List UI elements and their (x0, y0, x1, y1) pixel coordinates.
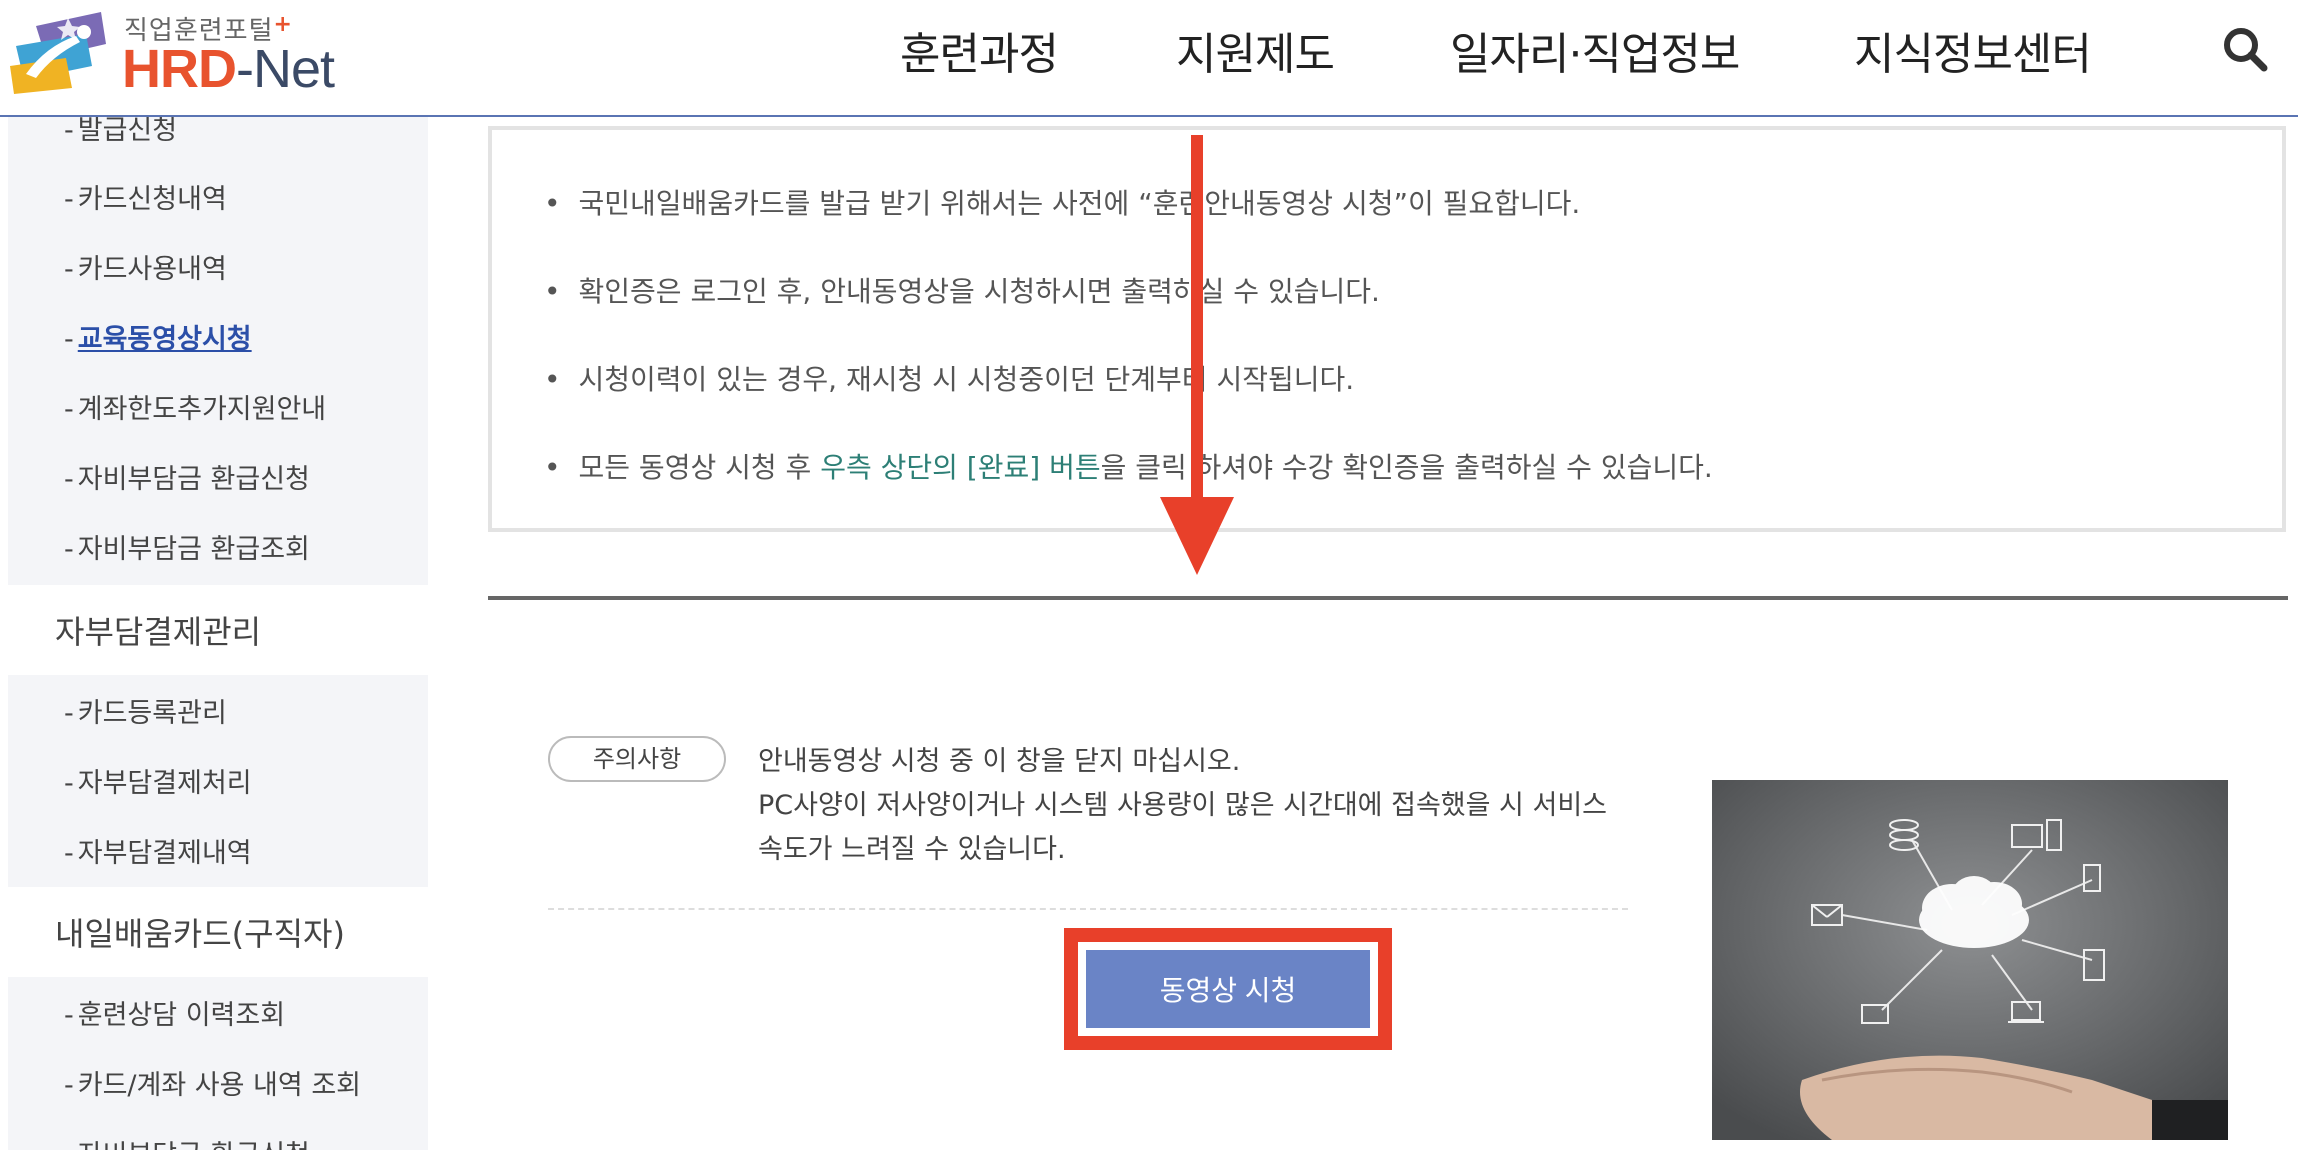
caution-text: 안내동영상 시청 중 이 창을 닫지 마십시오. PC사양이 저사양이거나 시스… (758, 740, 1638, 872)
bullet: • (544, 451, 561, 484)
notice-line-1: • 국민내일배움카드를 발급 받기 위해서는 사전에 “훈련안내동영상 시청”이 … (544, 182, 1580, 222)
sidebar-heading-job-seeker-card[interactable]: 내일배움카드(구직자) (55, 909, 345, 955)
sidebar-item-label: 카드/계좌 사용 내역 조회 (77, 1070, 361, 1101)
sidebar-item-label: 자비부담금 환급조회 (77, 534, 310, 565)
search-icon[interactable] (2222, 26, 2268, 72)
bullet: • (544, 363, 561, 396)
caution-badge: 주의사항 (548, 736, 726, 782)
sidebar-heading-self-payment[interactable]: 자부담결제관리 (55, 607, 261, 653)
sidebar-item-counseling-history[interactable]: - 훈련상담 이력조회 (64, 993, 285, 1032)
logo-wordmark: HRD-Net (122, 38, 335, 100)
sidebar: - 발급신청 - 카드신청내역 - 카드사용내역 - 교육동영상시청 - 계좌한도추가지원… (0, 115, 430, 1150)
nav-support-system[interactable]: 지원제도 (1176, 18, 1335, 82)
logo-net: -Net (236, 39, 335, 99)
sidebar-item-label: 자부담결제내역 (77, 838, 252, 869)
logo-hrd: HRD (122, 39, 237, 99)
nav-knowledge-center[interactable]: 지식정보센터 (1854, 18, 2092, 82)
sidebar-item-card-registration[interactable]: - 카드등록관리 (64, 691, 227, 730)
sidebar-item-issue-request[interactable]: - 발급신청 (64, 115, 177, 147)
site-header: 직업훈련포털+ HRD-Net 훈련과정 지원제도 일자리·직업정보 지식정보센… (0, 0, 2298, 117)
sidebar-item-payment-history[interactable]: - 자부담결제내역 (64, 831, 252, 870)
notice-text: 국민내일배움카드를 발급 받기 위해서는 사전에 “훈련안내동영상 시청”이 필… (578, 187, 1581, 220)
sidebar-item-card-application[interactable]: - 카드신청내역 (64, 177, 227, 216)
sidebar-item-label: 교육동영상시청 (77, 324, 252, 355)
nav-training-courses[interactable]: 훈련과정 (900, 18, 1059, 82)
sidebar-item-label: 훈련상담 이력조회 (77, 1000, 286, 1031)
notice-line-2: • 확인증은 로그인 후, 안내동영상을 시청하시면 출력하실 수 있습니다. (544, 270, 1380, 310)
sidebar-item-refund-inquiry[interactable]: - 자비부담금 환급조회 (64, 527, 310, 566)
bullet: • (544, 187, 561, 220)
notice-text: 확인증은 로그인 후, 안내동영상을 시청하시면 출력하실 수 있습니다. (578, 275, 1380, 308)
sidebar-item-label: 카드사용내역 (77, 254, 227, 285)
notice-text: 시청이력이 있는 경우, 재시청 시 시청중이던 단계부터 시작됩니다. (578, 363, 1355, 396)
sidebar-item-label: 카드등록관리 (77, 698, 227, 729)
notice-highlight: 우측 상단의 [완료] 버튼 (820, 451, 1101, 484)
section-divider (488, 596, 2288, 600)
sidebar-item-education-video[interactable]: - 교육동영상시청 (64, 317, 252, 356)
logo-mark-icon (10, 12, 106, 94)
nav-jobs-info[interactable]: 일자리·직업정보 (1450, 18, 1740, 82)
notice-line-4: • 모든 동영상 시청 후 우측 상단의 [완료] 버튼을 클릭 하셔야 수강 확… (544, 446, 1713, 486)
sidebar-item-card-account-usage[interactable]: - 카드/계좌 사용 내역 조회 (64, 1063, 361, 1102)
sidebar-item-label: 자비부담금 환급신청 (78, 1140, 310, 1150)
sidebar-item-refund-request-2[interactable]: -자비부담금 환급신청 (64, 1133, 310, 1150)
caution-line-2: PC사양이 저사양이거나 시스템 사용량이 많은 시간대에 접속했을 시 서비스… (758, 790, 1607, 865)
notice-line-3: • 시청이력이 있는 경우, 재시청 시 시청중이던 단계부터 시작됩니다. (544, 358, 1354, 398)
sidebar-item-label: 자부담결제처리 (77, 768, 252, 799)
sidebar-item-card-usage[interactable]: - 카드사용내역 (64, 247, 227, 286)
sidebar-item-refund-request[interactable]: - 자비부담금 환급신청 (64, 457, 310, 496)
bullet: • (544, 275, 561, 308)
sidebar-item-label: 카드신청내역 (77, 184, 227, 215)
cloud-hand-image (1712, 780, 2228, 1140)
sidebar-item-label: 자비부담금 환급신청 (77, 464, 310, 495)
sidebar-item-payment-processing[interactable]: - 자부담결제처리 (64, 761, 252, 800)
logo-plus: + (273, 12, 293, 37)
caution-line-1: 안내동영상 시청 중 이 창을 닫지 마십시오. (758, 746, 1241, 777)
hrd-net-logo[interactable]: 직업훈련포털+ HRD-Net (6, 6, 346, 106)
sidebar-item-account-limit[interactable]: - 계좌한도추가지원안내 (64, 387, 326, 426)
notice-box: • 국민내일배움카드를 발급 받기 위해서는 사전에 “훈련안내동영상 시청”이 … (488, 126, 2286, 532)
notice-text: 모든 동영상 시청 후 (578, 451, 821, 484)
watch-video-button[interactable]: 동영상 시청 (1086, 950, 1370, 1028)
notice-text: 을 클릭 하셔야 수강 확인증을 출력하실 수 있습니다. (1100, 451, 1713, 484)
dashed-divider (548, 908, 1628, 910)
sidebar-item-label: 발급신청 (77, 115, 178, 146)
sidebar-item-label: 계좌한도추가지원안내 (77, 394, 327, 425)
